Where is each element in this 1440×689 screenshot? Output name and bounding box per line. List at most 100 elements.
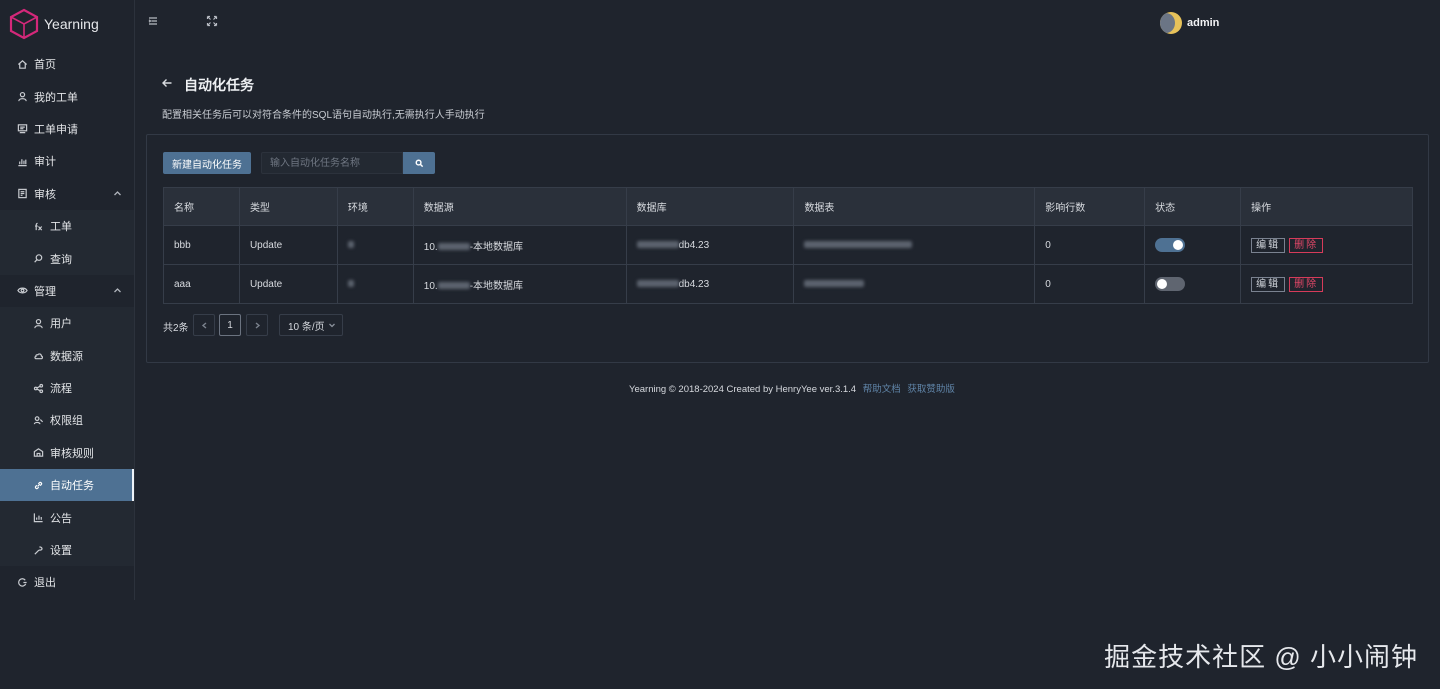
delete-button[interactable]: 删除 (1289, 237, 1324, 253)
redacted-text (437, 243, 470, 251)
watermark: 掘金技术社区 @ 小小闹钟 (1104, 642, 1418, 672)
bar-chart-icon (32, 512, 44, 524)
sidebar-item-label: 审核规则 (50, 447, 94, 460)
sidebar-item-label: 首页 (34, 59, 56, 72)
sidebar-item-auto-task[interactable]: 自动任务 (0, 469, 134, 502)
app-name: Yearning (44, 16, 99, 32)
column-header: 类型 (238, 187, 338, 226)
chevron-right-icon (255, 321, 260, 329)
sidebar-item-users[interactable]: 用户 (0, 307, 134, 340)
column-header: 数据源 (412, 187, 627, 226)
sidebar-item-audit[interactable]: 审计 (0, 145, 134, 177)
logo[interactable]: Yearning (0, 0, 134, 48)
sidebar-item-label: 设置 (50, 545, 72, 558)
sidebar-item-label: 数据源 (50, 350, 83, 363)
delete-button[interactable]: 删除 (1289, 276, 1324, 292)
redacted-text (636, 280, 679, 288)
chevron-down-icon (329, 323, 335, 328)
status-toggle[interactable] (1155, 277, 1186, 291)
yearning-logo-icon (9, 8, 39, 40)
page-title: 自动化任务 (184, 77, 254, 93)
new-auto-task-button[interactable]: 新建自动化任务 (163, 152, 251, 174)
sidebar-item-ticket-apply[interactable]: 工单申请 (0, 113, 134, 145)
sidebar-item-label: 工单 (50, 221, 72, 234)
task-search-input[interactable] (261, 152, 403, 174)
page-description: 配置相关任务后可以对符合条件的SQL语句自动执行,无需执行人手动执行 (162, 110, 485, 121)
cell-actions: 编辑 删除 (1240, 264, 1413, 304)
cell-source: 10. -本地数据库 (412, 225, 627, 265)
pagination-total: 共2条 (163, 323, 189, 334)
sidebar-item-label: 工单申请 (34, 123, 78, 136)
sidebar-item-tickets[interactable]: 工单 (0, 209, 134, 243)
cell-type: Update (238, 225, 338, 265)
sidebar-item-review[interactable]: 审核 (0, 178, 134, 210)
sidebar-item-my-tickets[interactable]: 我的工单 (0, 80, 134, 112)
sidebar-item-label: 用户 (50, 318, 72, 331)
sidebar-item-label: 查询 (50, 253, 72, 266)
chevron-up-icon (113, 286, 122, 295)
sidebar-item-datasource[interactable]: 数据源 (0, 339, 134, 372)
rule-icon (32, 447, 44, 459)
task-table: 名称 类型 环境 数据源 数据库 数据表 影响行数 状态 操作 bbb Upda… (163, 187, 1413, 304)
user-icon (16, 91, 28, 103)
cell-status (1144, 264, 1242, 304)
sidebar-item-label: 流程 (50, 383, 72, 396)
cloud-icon (32, 350, 44, 362)
cell-database: db4.23 (625, 264, 795, 304)
cell-database: db4.23 (625, 225, 795, 265)
next-page-button[interactable] (246, 314, 268, 336)
cell-name: aaa (163, 264, 240, 304)
sidebar-item-flow[interactable]: 流程 (0, 371, 134, 405)
sidebar: Yearning 首页 我的工单 工单申请 审计 审核 工单 查询 管理 用户 (0, 0, 135, 600)
column-header: 状态 (1144, 187, 1242, 226)
chart-icon (16, 155, 28, 167)
share-icon (32, 382, 44, 394)
redacted-text (804, 241, 913, 249)
sidebar-item-announcement[interactable]: 公告 (0, 501, 134, 534)
form-icon (16, 123, 28, 135)
cell-env (336, 225, 414, 265)
sidebar-item-settings[interactable]: 设置 (0, 533, 134, 567)
review-icon (16, 188, 28, 200)
search-icon (415, 159, 423, 167)
edit-button[interactable]: 编辑 (1251, 237, 1286, 253)
column-header: 环境 (336, 187, 414, 226)
sidebar-item-query[interactable]: 查询 (0, 242, 134, 275)
sidebar-item-home[interactable]: 首页 (0, 48, 134, 80)
sidebar-item-label: 权限组 (50, 415, 83, 428)
cell-affected-rows: 0 (1034, 264, 1146, 304)
redacted-text (347, 280, 354, 288)
logout-icon (16, 576, 28, 588)
cell-table (793, 264, 1036, 304)
table-row: bbb Update 10. -本地数据库 db4.23 0 编辑 删除 (163, 225, 1413, 265)
sponsor-link[interactable]: 获取赞助版 (907, 384, 955, 395)
help-docs-link[interactable]: 帮助文档 (863, 384, 901, 395)
sidebar-item-logout[interactable]: 退出 (0, 566, 134, 598)
user-menu[interactable]: admin (1160, 12, 1219, 34)
sidebar-item-permission-group[interactable]: 权限组 (0, 404, 134, 437)
page-number-button[interactable]: 1 (219, 314, 241, 336)
cell-name: bbb (163, 225, 240, 265)
column-header: 数据表 (793, 187, 1036, 226)
chevron-left-icon (201, 321, 206, 329)
edit-button[interactable]: 编辑 (1251, 276, 1286, 292)
eye-icon (16, 285, 28, 297)
prev-page-button[interactable] (193, 314, 215, 336)
wrench-icon (32, 544, 44, 556)
page-size-value: 10 条/页 (288, 321, 325, 333)
cell-actions: 编辑 删除 (1240, 225, 1413, 265)
sidebar-item-manage[interactable]: 管理 (0, 275, 134, 307)
sidebar-item-review-rules[interactable]: 审核规则 (0, 436, 134, 470)
user-name: admin (1187, 17, 1220, 29)
redacted-text (636, 241, 679, 249)
column-header: 名称 (163, 187, 240, 226)
back-arrow-icon[interactable] (161, 77, 175, 91)
fullscreen-icon[interactable] (206, 15, 220, 29)
menu-collapse-icon[interactable] (147, 15, 161, 29)
cell-status (1144, 225, 1242, 265)
redacted-text (437, 282, 470, 290)
search-button[interactable] (403, 152, 435, 174)
page-size-select[interactable]: 10 条/页 (279, 314, 343, 336)
status-toggle[interactable] (1155, 238, 1186, 252)
cell-affected-rows: 0 (1034, 225, 1146, 265)
